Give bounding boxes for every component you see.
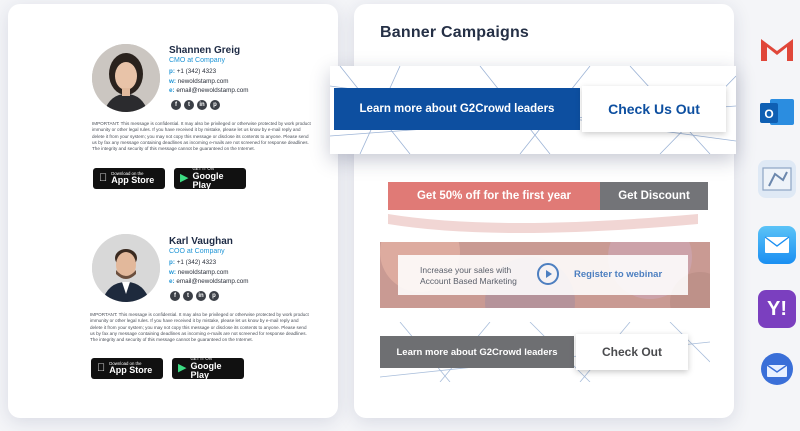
thunderbird-icon[interactable] — [758, 350, 796, 388]
outlook-icon[interactable]: O — [758, 94, 796, 132]
signatures-card: Shannen Greig CMO at Company p: +1 (342)… — [8, 4, 338, 418]
avatar-portrait — [92, 234, 160, 302]
web-line: w: newoldstamp.com — [169, 268, 249, 278]
web-line: w: newoldstamp.com — [169, 77, 249, 87]
svg-text:O: O — [764, 107, 773, 121]
app-store-button[interactable]:  Download on theApp Store — [91, 358, 163, 379]
disclaimer-text: IMPORTANT: This message is confidential.… — [90, 312, 309, 343]
linkedin-icon[interactable]: in — [196, 291, 206, 301]
avatar-portrait — [92, 44, 160, 112]
app-store-button[interactable]:  Download on theApp Store — [93, 168, 165, 189]
gmail-icon[interactable] — [758, 30, 796, 68]
phone-value: +1 (342) 4323 — [176, 259, 217, 266]
email-link[interactable]: email@newoldstamp.com — [176, 278, 248, 285]
email-line: e: email@newoldstamp.com — [169, 86, 249, 96]
social-icons: f t in p — [171, 100, 220, 110]
linkedin-icon[interactable]: in — [197, 100, 207, 110]
phone-value: +1 (342) 4323 — [176, 68, 217, 75]
signature-karl: Karl Vaughan COO at Company p: +1 (342) … — [8, 194, 338, 414]
banner-text: Get 50% off for the first year — [388, 182, 600, 210]
webinar-line-2: Account Based Marketing — [420, 276, 517, 286]
banner-webinar[interactable]: Increase your sales with Account Based M… — [380, 242, 710, 308]
banner-text: Learn more about G2Crowd leaders — [380, 336, 574, 368]
signature-name: Karl Vaughan — [169, 236, 233, 247]
apple-icon:  — [97, 363, 105, 374]
signature-role: COO at Company — [169, 248, 225, 255]
play-icon[interactable] — [537, 263, 559, 285]
google-play-button[interactable]: ▶ GET IT ON Google Play — [172, 357, 244, 380]
get-discount-button[interactable]: Get Discount — [600, 182, 708, 210]
check-out-button[interactable]: Check Out — [576, 334, 688, 370]
signature-role: CMO at Company — [169, 57, 226, 64]
app-store-label: App Store — [101, 365, 152, 376]
signature-contact: p: +1 (342) 4323 w: newoldstamp.com e: e… — [169, 67, 249, 96]
avatar — [92, 44, 160, 112]
pinterest-icon[interactable]: p — [209, 291, 219, 301]
twitter-icon[interactable]: t — [183, 291, 193, 301]
play-store-icon: ▶ — [178, 362, 187, 374]
email-label: e: — [169, 87, 175, 95]
pinterest-icon[interactable]: p — [210, 100, 220, 110]
banner-g2crowd-secondary[interactable]: Learn more about G2Crowd leaders Check O… — [380, 322, 710, 382]
google-play-button[interactable]: ▶ GET IT ON Google Play — [174, 167, 246, 190]
check-us-out-button[interactable]: Check Us Out — [582, 86, 726, 132]
web-label: w: — [169, 268, 176, 276]
web-label: w: — [169, 77, 176, 85]
signature-shannen: Shannen Greig CMO at Company p: +1 (342)… — [8, 4, 338, 204]
phone-line: p: +1 (342) 4323 — [169, 258, 249, 268]
email-line: e: email@newoldstamp.com — [169, 277, 249, 287]
play-store-icon: ▶ — [180, 172, 189, 184]
web-link[interactable]: newoldstamp.com — [178, 269, 229, 276]
apple-icon:  — [99, 173, 107, 184]
webinar-copy: Increase your sales with Account Based M… — [420, 265, 517, 287]
banner-text: Learn more about G2Crowd leaders — [334, 88, 580, 130]
social-icons: f t in p — [170, 291, 219, 301]
page-canvas: Shannen Greig CMO at Company p: +1 (342)… — [0, 0, 800, 431]
disclaimer-text: IMPORTANT: This message is confidential.… — [92, 121, 311, 152]
register-webinar-link[interactable]: Register to webinar — [574, 269, 662, 280]
phone-label: p: — [169, 259, 175, 266]
apple-mail-icon[interactable] — [758, 160, 796, 198]
twitter-icon[interactable]: t — [184, 100, 194, 110]
avatar — [92, 234, 160, 302]
signature-contact: p: +1 (342) 4323 w: newoldstamp.com e: e… — [169, 258, 249, 287]
email-label: e: — [169, 278, 175, 286]
google-play-label: Google Play — [190, 360, 222, 380]
phone-line: p: +1 (342) 4323 — [169, 67, 249, 77]
mail-icon[interactable] — [758, 226, 796, 264]
signature-name: Shannen Greig — [169, 45, 241, 56]
app-store-label: App Store — [103, 175, 154, 186]
web-link[interactable]: newoldstamp.com — [178, 78, 229, 85]
section-title: Banner Campaigns — [380, 24, 530, 41]
webinar-line-1: Increase your sales with — [420, 265, 512, 275]
facebook-icon[interactable]: f — [171, 100, 181, 110]
phone-label: p: — [169, 68, 175, 75]
banner-g2crowd-primary[interactable]: Learn more about G2Crowd leaders Check U… — [330, 66, 736, 154]
google-play-label: Google Play — [192, 170, 224, 190]
facebook-icon[interactable]: f — [170, 291, 180, 301]
yahoo-icon[interactable]: Y! — [758, 290, 796, 328]
email-link[interactable]: email@newoldstamp.com — [176, 87, 248, 94]
